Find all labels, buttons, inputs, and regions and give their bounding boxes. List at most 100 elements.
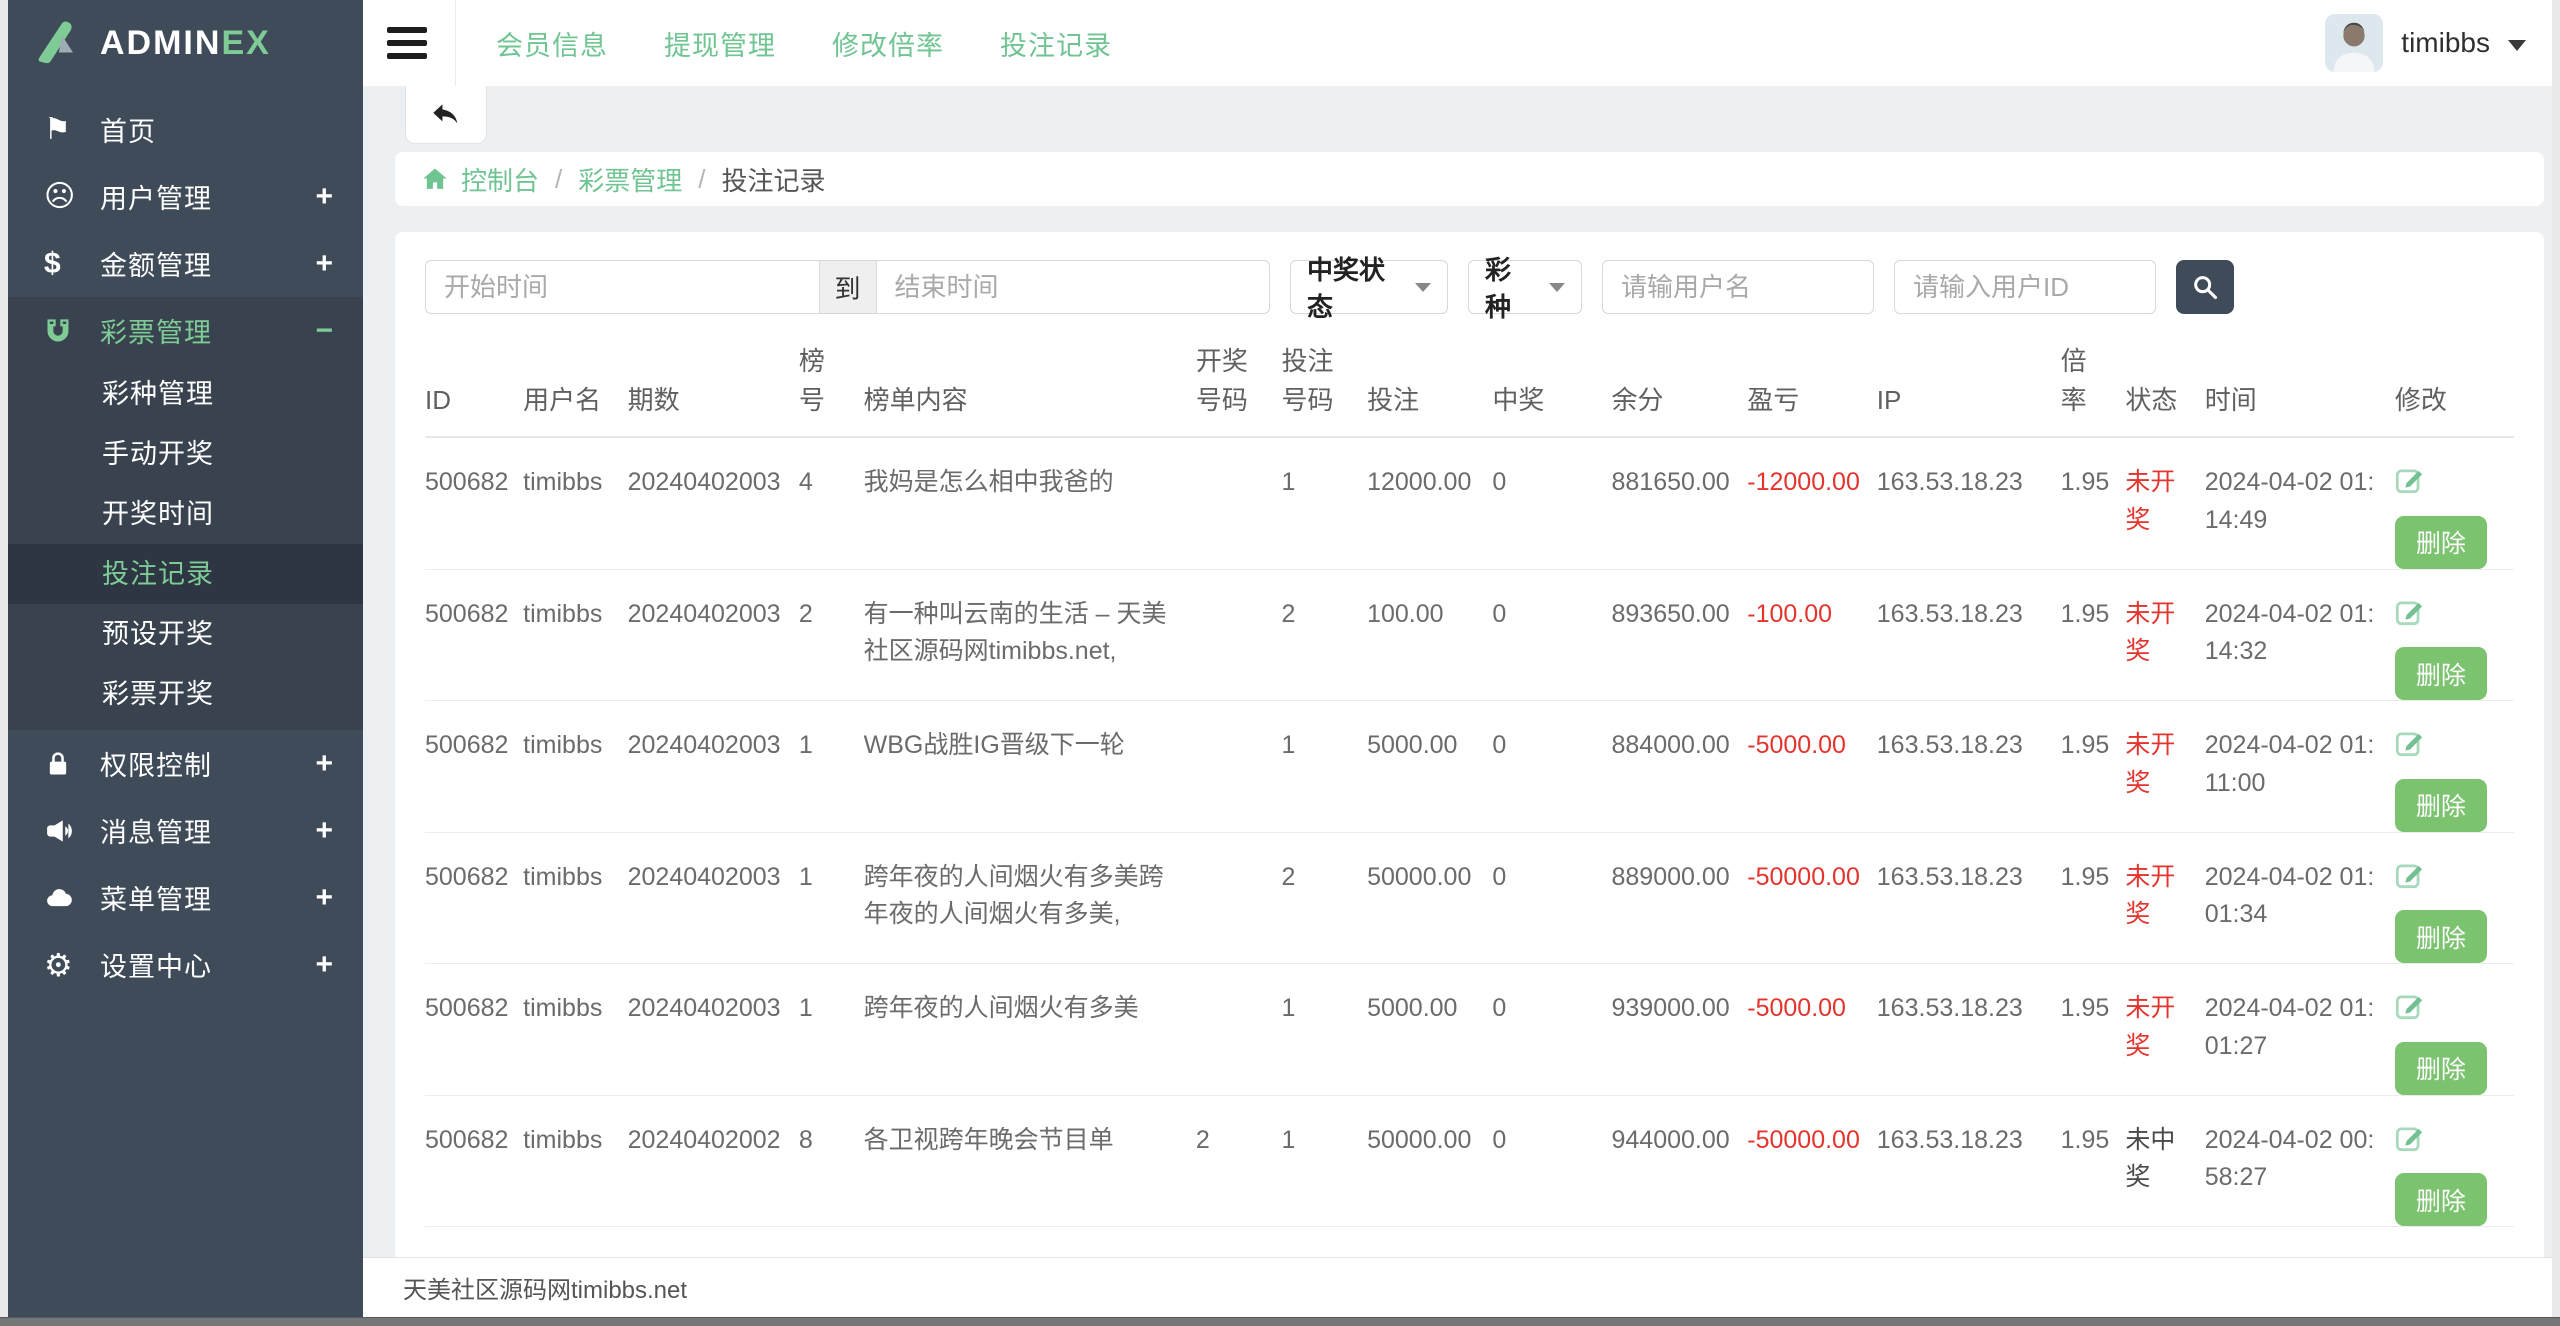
delete-button[interactable]: 删除 bbox=[2395, 779, 2487, 832]
column-header: 榜号 bbox=[799, 342, 864, 437]
edit-icon[interactable] bbox=[2395, 990, 2425, 1020]
breadcrumb-separator: / bbox=[555, 164, 562, 195]
sidebar-subitem[interactable]: 彩票开奖 bbox=[8, 664, 363, 724]
cell-id: 500682 bbox=[425, 964, 523, 1096]
cell-ip: 163.53.18.23 bbox=[1877, 964, 2061, 1096]
edit-icon[interactable] bbox=[2395, 859, 2425, 889]
cell-period: 20240402003 bbox=[628, 701, 799, 833]
topnav-link-4[interactable]: 投注记录 bbox=[1000, 24, 1112, 63]
cell-profit: -5000.00 bbox=[1747, 701, 1877, 833]
megaphone-icon bbox=[44, 816, 100, 846]
cell-status: 未开奖 bbox=[2125, 437, 2204, 569]
username-label: timibbs bbox=[2401, 27, 2490, 59]
sidebar-item-label: 设置中心 bbox=[100, 945, 212, 984]
cell-balance: 881650.00 bbox=[1611, 437, 1747, 569]
topnav: 会员信息 提现管理 修改倍率 投注记录 bbox=[496, 24, 1112, 63]
cell-user: timibbs bbox=[523, 1095, 627, 1227]
cell-bet: 12000.00 bbox=[1367, 437, 1492, 569]
cell-rank: 2 bbox=[799, 569, 864, 701]
win-status-select[interactable]: 中奖状态 bbox=[1290, 260, 1448, 314]
plus-icon: + bbox=[315, 814, 333, 848]
sidebar-item[interactable]: ⚙设置中心+ bbox=[8, 931, 363, 998]
cell-odds: 1.95 bbox=[2061, 1095, 2126, 1227]
cell-time: 2024-04-02 01:14:49 bbox=[2205, 437, 2395, 569]
user-menu[interactable]: timibbs bbox=[2325, 14, 2526, 72]
cell-bet-no: 1 bbox=[1281, 437, 1367, 569]
sidebar-item[interactable]: 彩票管理− bbox=[8, 297, 363, 364]
userid-input[interactable] bbox=[1894, 260, 2156, 314]
back-button[interactable] bbox=[405, 86, 487, 144]
sidebar-subitem[interactable]: 彩种管理 bbox=[8, 364, 363, 424]
cell-user: timibbs bbox=[523, 832, 627, 964]
cell-bet: 1000.00 bbox=[1367, 1227, 1492, 1258]
chevron-down-icon bbox=[1549, 283, 1565, 292]
cell-content: 社牛父子穿恐龙装接机, bbox=[864, 1227, 1196, 1258]
table-row: 500682timibbs202404020031跨年夜的人间烟火有多美1500… bbox=[425, 964, 2514, 1096]
cell-balance: 944000.00 bbox=[1611, 1095, 1747, 1227]
username-input[interactable] bbox=[1602, 260, 1874, 314]
breadcrumb-item[interactable]: 彩票管理 bbox=[578, 161, 682, 198]
topnav-link-3[interactable]: 修改倍率 bbox=[832, 24, 944, 63]
edit-icon[interactable] bbox=[2395, 596, 2425, 626]
cell-time: 2024-04-02 00:57:42 bbox=[2205, 1227, 2395, 1258]
window-bottom-edge bbox=[0, 1317, 2560, 1326]
cell-content: WBG战胜IG晋级下一轮 bbox=[864, 701, 1196, 833]
delete-button[interactable]: 删除 bbox=[2395, 1173, 2487, 1226]
sidebar-subitem[interactable]: 预设开奖 bbox=[8, 604, 363, 664]
column-header: 投注号码 bbox=[1281, 342, 1367, 437]
sidebar-item-label: 消息管理 bbox=[100, 811, 212, 850]
sidebar-item[interactable]: 菜单管理+ bbox=[8, 864, 363, 931]
delete-button[interactable]: 删除 bbox=[2395, 516, 2487, 569]
column-header: 时间 bbox=[2205, 342, 2395, 437]
cell-rank: 8 bbox=[799, 1095, 864, 1227]
cell-profit: -50000.00 bbox=[1747, 1095, 1877, 1227]
table-row: 500682timibbs202404020032有一种叫云南的生活 – 天美社… bbox=[425, 569, 2514, 701]
cell-balance: 994000.00 bbox=[1611, 1227, 1747, 1258]
topnav-link-2[interactable]: 提现管理 bbox=[664, 24, 776, 63]
cell-actions: 删除 bbox=[2395, 701, 2514, 833]
edit-icon[interactable] bbox=[2395, 727, 2425, 757]
delete-button[interactable]: 删除 bbox=[2395, 1042, 2487, 1095]
edit-icon[interactable] bbox=[2395, 464, 2425, 494]
column-header: 中奖 bbox=[1492, 342, 1611, 437]
logo[interactable]: ADMINEX bbox=[8, 0, 363, 86]
cell-odds: 1.95 bbox=[2061, 569, 2126, 701]
search-button[interactable] bbox=[2176, 260, 2234, 314]
sidebar-item[interactable]: $金额管理+ bbox=[8, 230, 363, 297]
cell-balance: 889000.00 bbox=[1611, 832, 1747, 964]
filter-bar: 到 中奖状态 彩种 bbox=[425, 260, 2514, 314]
cell-id: 500682 bbox=[425, 701, 523, 833]
table-row: 500682timibbs202404020023社牛父子穿恐龙装接机,1210… bbox=[425, 1227, 2514, 1258]
table-header-row: ID用户名期数榜号榜单内容开奖号码投注号码投注中奖余分盈亏IP倍率状态时间修改 bbox=[425, 342, 2514, 437]
sidebar-subitem[interactable]: 投注记录 bbox=[8, 544, 363, 604]
edit-icon[interactable] bbox=[2395, 1122, 2425, 1152]
cell-actions: 删除 bbox=[2395, 964, 2514, 1096]
cell-user: timibbs bbox=[523, 437, 627, 569]
sidebar-subitem[interactable]: 手动开奖 bbox=[8, 424, 363, 484]
delete-button[interactable]: 删除 bbox=[2395, 647, 2487, 700]
hamburger-button[interactable] bbox=[387, 27, 427, 59]
topbar-divider bbox=[455, 0, 456, 86]
sidebar-item[interactable]: 消息管理 + bbox=[8, 797, 363, 864]
sidebar-item[interactable]: ☹用户管理+ bbox=[8, 163, 363, 230]
cell-draw-no bbox=[1196, 964, 1282, 1096]
chevron-down-icon bbox=[1415, 283, 1431, 292]
sidebar-subitem[interactable]: 开奖时间 bbox=[8, 484, 363, 544]
cell-period: 20240402002 bbox=[628, 1227, 799, 1258]
cell-actions: 删除 bbox=[2395, 1227, 2514, 1258]
topnav-link-1[interactable]: 会员信息 bbox=[496, 24, 608, 63]
sidebar-item[interactable]: 权限控制+ bbox=[8, 730, 363, 797]
column-header: 用户名 bbox=[523, 342, 627, 437]
delete-button[interactable]: 删除 bbox=[2395, 910, 2487, 963]
cell-id: 500682 bbox=[425, 437, 523, 569]
lock-icon bbox=[44, 750, 100, 778]
breadcrumb-item[interactable]: 控制台 bbox=[461, 161, 539, 198]
end-time-input[interactable] bbox=[876, 260, 1271, 314]
cell-profit: -50000.00 bbox=[1747, 832, 1877, 964]
cell-content: 跨年夜的人间烟火有多美 bbox=[864, 964, 1196, 1096]
sidebar-item-label: 首页 bbox=[100, 110, 156, 149]
cell-content: 我妈是怎么相中我爸的 bbox=[864, 437, 1196, 569]
start-time-input[interactable] bbox=[425, 260, 820, 314]
sidebar-item[interactable]: ⚑首页 bbox=[8, 96, 363, 163]
lottery-type-select[interactable]: 彩种 bbox=[1468, 260, 1582, 314]
